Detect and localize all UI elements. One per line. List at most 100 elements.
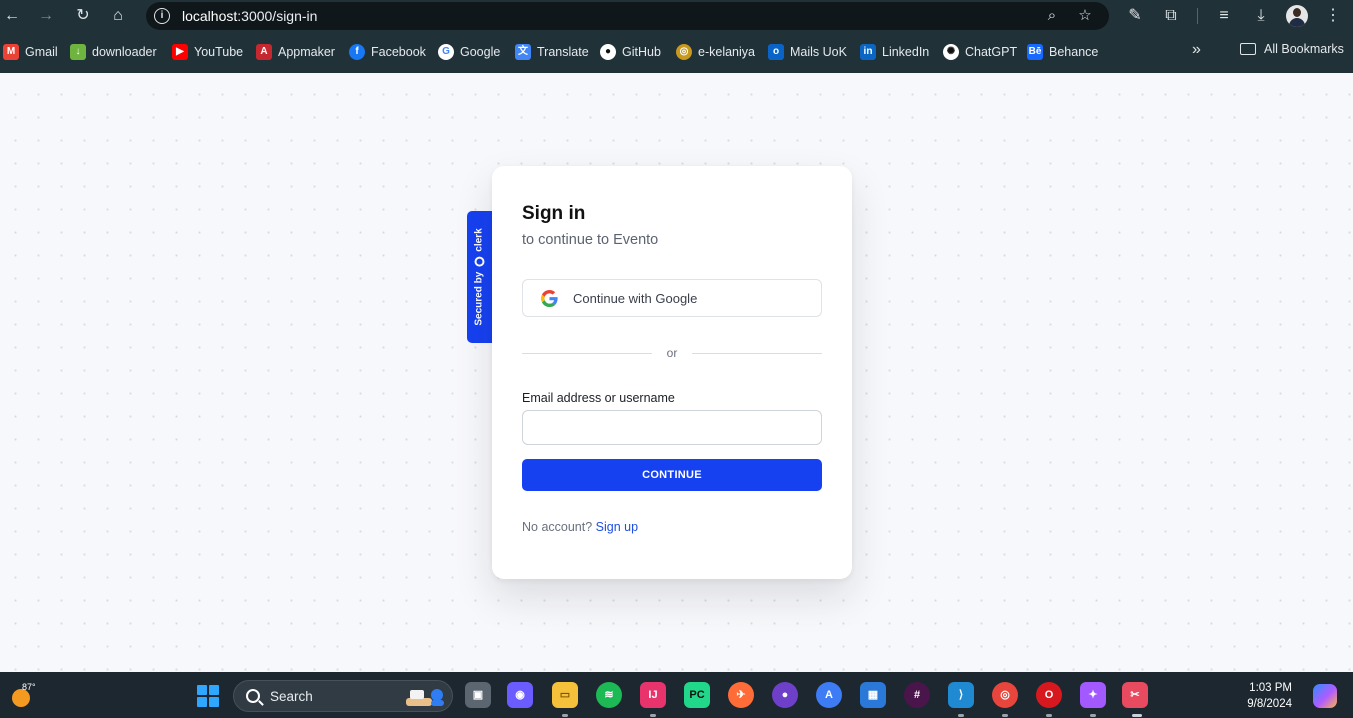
taskbar: 87° Search ▣ ◉ ▭ ≋ IJ PC ✈ ● A ▦ # ⟩ ◎ O… (0, 672, 1353, 718)
clerk-logo-icon (474, 256, 484, 267)
file-explorer-icon[interactable]: ▭ (552, 682, 578, 708)
address-bar[interactable]: i localhost:3000/sign-in ⌕ ☆ (146, 2, 1109, 30)
linkedin-icon: in (860, 44, 876, 60)
email-field[interactable] (522, 410, 822, 445)
bookmark-google[interactable]: G Google (438, 42, 500, 62)
eyedropper-icon[interactable]: ✎ (1123, 4, 1147, 28)
system-clock[interactable]: 1:03 PM 9/8/2024 (1232, 680, 1292, 712)
pycharm-icon[interactable]: PC (684, 682, 710, 708)
all-bookmarks-button[interactable]: All Bookmarks (1240, 42, 1344, 56)
temperature-text: 87° (22, 682, 36, 692)
spotify-icon[interactable]: ≋ (596, 682, 622, 708)
bookmarks-bar: M Gmail ↓ downloader ▶ YouTube A Appmaker fF… (0, 32, 1353, 73)
continue-with-google-button[interactable]: Continue with Google (522, 279, 822, 317)
download-icon[interactable]: ⤓ (1249, 4, 1273, 28)
bookmark-downloader[interactable]: ↓ downloader (70, 42, 157, 62)
sign-in-subtitle: to continue to Evento (522, 232, 659, 248)
running-indicator (1002, 714, 1008, 717)
weather-widget[interactable]: 87° (10, 680, 50, 710)
secured-by-clerk-badge[interactable]: Secured by clerk (467, 211, 492, 343)
opera-icon[interactable]: O (1036, 682, 1062, 708)
bookmark-github[interactable]: ● GitHub (600, 42, 661, 62)
or-text: or (666, 346, 678, 360)
running-indicator (958, 714, 964, 717)
bookmark-behance[interactable]: Bē Behance (1027, 42, 1098, 62)
profile-avatar[interactable] (1286, 5, 1308, 27)
back-arrow-icon[interactable]: ← (0, 4, 24, 28)
taskbar-search[interactable]: Search (233, 680, 453, 712)
menu-icon[interactable]: ⋮ (1321, 4, 1345, 28)
running-indicator (562, 714, 568, 717)
email-field-label: Email address or username (522, 391, 675, 405)
more-bookmarks-icon[interactable]: » (1192, 41, 1201, 59)
reload-icon[interactable]: ↻ (71, 4, 95, 28)
no-account-text: No account? Sign up (522, 520, 638, 534)
date-text: 9/8/2024 (1247, 698, 1292, 710)
outlook-icon: o (768, 44, 784, 60)
browser-toolbar: ← → ↻ ⌂ i localhost:3000/sign-in ⌕ ☆ ✎ ⧉… (0, 0, 1353, 32)
start-button[interactable] (197, 685, 219, 707)
github-icon: ● (600, 44, 616, 60)
continue-button[interactable]: CONTINUE (522, 459, 822, 491)
microsoft-store-icon[interactable]: ▦ (860, 682, 886, 708)
bookmark-facebook[interactable]: f Facebook (349, 42, 426, 62)
site-info-icon[interactable]: i (154, 8, 170, 24)
intellij-icon[interactable]: IJ (640, 682, 666, 708)
task-view-icon[interactable]: ▣ (465, 682, 491, 708)
youtube-icon: ▶ (172, 44, 188, 60)
active-indicator (1132, 714, 1142, 717)
no-account-label: No account? (522, 520, 593, 534)
figma-icon[interactable]: ✦ (1080, 682, 1106, 708)
url-text[interactable]: localhost:3000/sign-in (182, 8, 317, 24)
google-logo-icon (541, 290, 558, 307)
reading-list-icon[interactable]: ≡ (1212, 4, 1236, 28)
postman-icon[interactable]: ✈ (728, 682, 754, 708)
running-indicator (650, 714, 656, 717)
vscode-icon[interactable]: ⟩ (948, 682, 974, 708)
chrome-icon[interactable]: ◎ (992, 682, 1018, 708)
github-desktop-icon[interactable]: ● (772, 682, 798, 708)
gmail-icon: M (3, 44, 19, 60)
forward-arrow-icon[interactable]: → (34, 4, 58, 28)
meet-icon[interactable]: ◉ (507, 682, 533, 708)
extensions-icon[interactable]: ⧉ (1159, 4, 1183, 28)
google-icon: G (438, 44, 454, 60)
running-indicator (1090, 714, 1096, 717)
bookmark-translate[interactable]: 文 Translate (515, 42, 589, 62)
bookmark-e-kelaniya[interactable]: ◎ e-kelaniya (676, 42, 755, 62)
search-label: Search (270, 689, 313, 704)
download-icon: ↓ (70, 44, 86, 60)
sign-in-card: Sign in to continue to Evento Continue w… (492, 166, 852, 579)
bookmark-youtube[interactable]: ▶ YouTube (172, 42, 243, 62)
bookmark-appmaker[interactable]: A Appmaker (256, 42, 335, 62)
search-highlight-icon (406, 689, 444, 706)
or-divider: or (522, 346, 822, 360)
translate-icon: 文 (515, 44, 531, 60)
copilot-icon[interactable] (1313, 684, 1337, 708)
folder-icon (1240, 43, 1256, 55)
appmaker-icon: A (256, 44, 272, 60)
clerk-brand-text: clerk (473, 228, 485, 252)
search-icon (246, 689, 260, 703)
kelaniya-icon: ◎ (676, 44, 692, 60)
snipping-tool-icon[interactable]: ✂ (1122, 682, 1148, 708)
running-indicator (1046, 714, 1052, 717)
continue-with-google-label: Continue with Google (573, 291, 698, 306)
bookmark-star-icon[interactable]: ☆ (1074, 5, 1096, 27)
behance-icon: Bē (1027, 44, 1043, 60)
home-icon[interactable]: ⌂ (106, 4, 130, 28)
toolbar-divider (1197, 8, 1198, 24)
slack-icon[interactable]: # (904, 682, 930, 708)
sign-in-title: Sign in (522, 203, 586, 224)
bookmark-chatgpt[interactable]: ✺ ChatGPT (943, 42, 1017, 62)
bookmark-mails-uok[interactable]: o Mails UoK (768, 42, 847, 62)
time-text: 1:03 PM (1249, 682, 1292, 694)
sign-up-link[interactable]: Sign up (596, 520, 638, 534)
bookmark-linkedin[interactable]: in LinkedIn (860, 42, 929, 62)
chatgpt-icon: ✺ (943, 44, 959, 60)
app-store-icon[interactable]: A (816, 682, 842, 708)
secured-by-text: Secured by (473, 271, 485, 326)
facebook-icon: f (349, 44, 365, 60)
zoom-icon[interactable]: ⌕ (1041, 5, 1063, 27)
bookmark-gmail[interactable]: M Gmail (3, 42, 58, 62)
